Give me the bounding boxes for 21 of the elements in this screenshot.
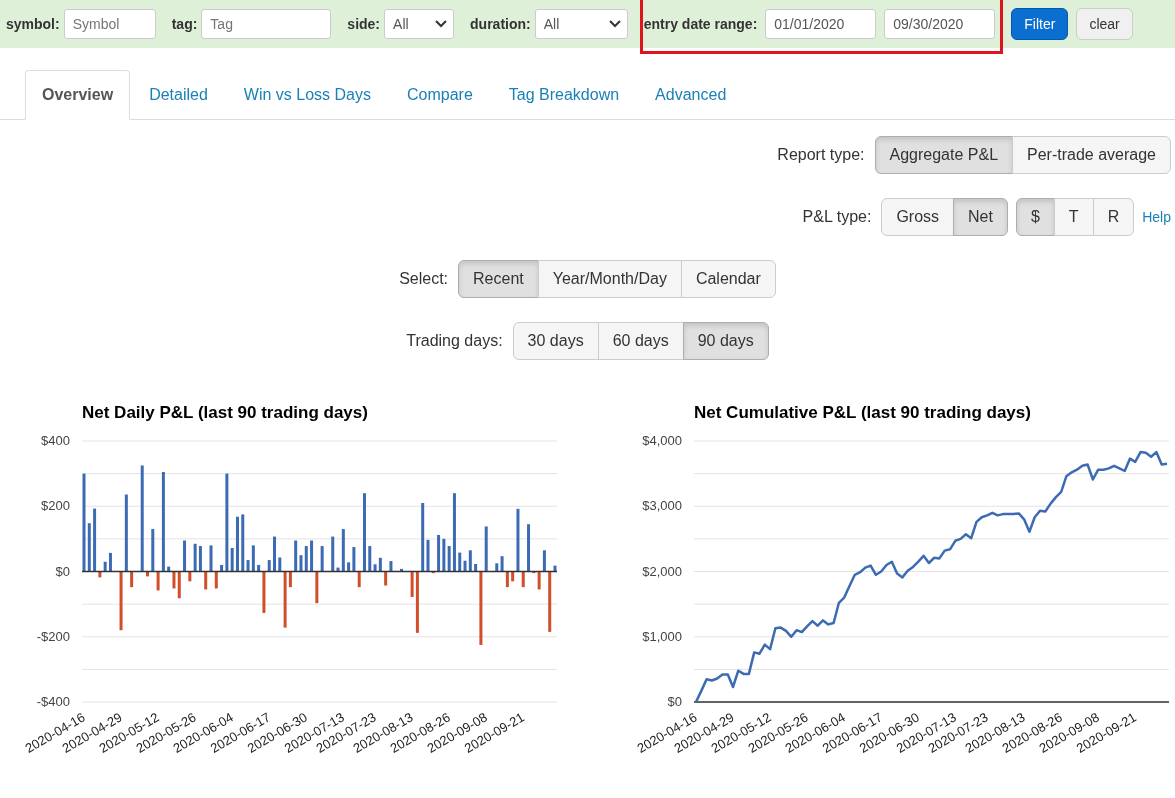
axis-label: -$200 bbox=[36, 628, 70, 644]
axis-label: $0 bbox=[55, 563, 70, 579]
field-label: tag: bbox=[171, 14, 198, 34]
axis-label: $0 bbox=[667, 694, 682, 709]
field-label: duration: bbox=[470, 14, 531, 34]
axis-label: $4,000 bbox=[642, 433, 682, 448]
axis-label: $1,000 bbox=[642, 628, 682, 644]
field-label: entry date range: bbox=[643, 14, 758, 34]
option-label: Report type: bbox=[777, 145, 865, 165]
axis-label: $200 bbox=[41, 498, 70, 514]
axis-label: $3,000 bbox=[642, 498, 682, 514]
option-label: P&L type: bbox=[802, 207, 872, 227]
chart-title: Net Daily P&L (last 90 trading days) bbox=[81, 402, 369, 424]
axis-label: -$400 bbox=[36, 694, 70, 709]
axis-label: $2,000 bbox=[642, 563, 682, 579]
axis-label: $400 bbox=[41, 433, 70, 448]
field-label: side: bbox=[347, 14, 381, 34]
option-label: Select: bbox=[399, 269, 449, 289]
option-label: Trading days: bbox=[406, 331, 503, 351]
chart-title: Net Cumulative P&L (last 90 trading days) bbox=[693, 402, 1032, 424]
field-label: symbol: bbox=[6, 14, 60, 34]
